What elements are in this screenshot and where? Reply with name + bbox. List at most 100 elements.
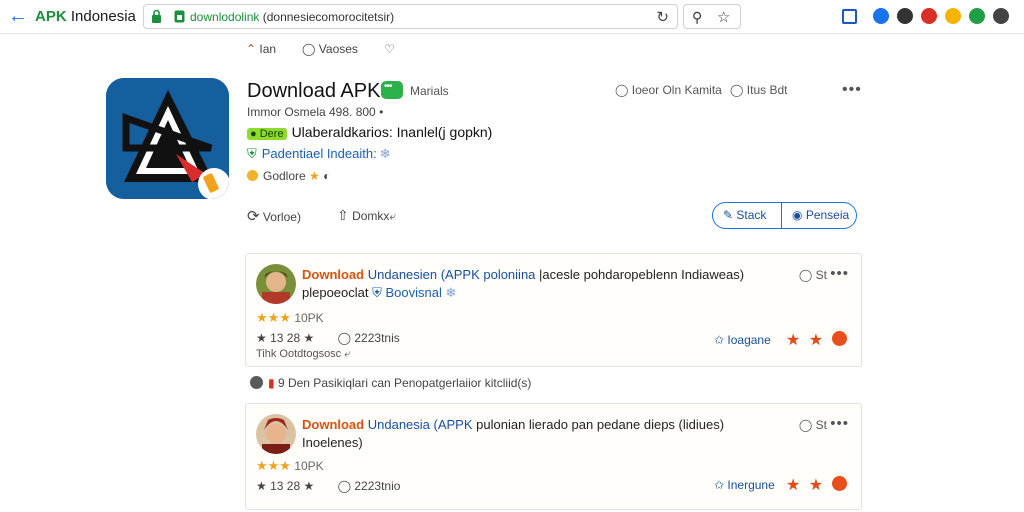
refresh-extension-icon[interactable]: [969, 8, 985, 24]
review-title-highlight: Undanesien (APPK poloniina: [367, 267, 536, 282]
browser-toolbar: ← APK Indonesia downlodolink (donnesieco…: [0, 0, 1024, 34]
share-button[interactable]: ⇧ Domkx⤶: [337, 207, 396, 224]
subnav-item-2[interactable]: ◯ Vaoses: [302, 42, 358, 56]
chat-badge-icon[interactable]: [381, 81, 403, 99]
review-title-highlight: Undanesia (APPK: [367, 417, 473, 432]
review-corner-meta: ◯ St: [799, 418, 827, 432]
info-note: ▮ 9 Den Pasikiqlari can Penopatgerlaiior…: [250, 376, 531, 390]
pen-icon: ✎: [723, 208, 734, 222]
avatar-portrait: [256, 264, 296, 304]
review-title[interactable]: Download Undanesia (APPK pulonian lierad…: [302, 416, 782, 452]
app-name: Download APK: [247, 80, 381, 102]
review-title-lead: Download: [302, 267, 365, 282]
settings-extension-icon[interactable]: [873, 8, 889, 24]
head-action-1-label: Ioeor Oln Kamita: [631, 83, 722, 97]
votes-label: Vorloe): [262, 210, 301, 224]
reaction-star-icon[interactable]: ★: [786, 332, 800, 349]
language-link[interactable]: ✩ Inergune: [714, 478, 775, 492]
language-label: Ioagane: [727, 333, 771, 347]
reaction-icons: ★ ★: [786, 330, 847, 350]
upvote-icon[interactable]: ★: [256, 479, 267, 493]
url-text: downlodolink (donnesiecomorocitetsir): [190, 10, 394, 24]
review-title[interactable]: Download Undanesien (APPK poloniina |ace…: [302, 266, 782, 302]
alert-extension-icon[interactable]: [921, 8, 937, 24]
info-circle-icon: ◐: [323, 169, 331, 183]
bookmark-square-icon[interactable]: [842, 9, 857, 24]
action-pill-group: ✎ Stack ◉ Penseia: [712, 202, 857, 229]
review-stars-label: 10PK: [294, 311, 324, 325]
review-stats: ★ 13 28 ★ ◯ 2223tnio: [256, 479, 400, 493]
app-meta-text: Immor Osmela 498. 800: [247, 105, 376, 119]
more-options-icon[interactable]: •••: [842, 81, 862, 99]
refresh-circle-icon: ⟳: [247, 208, 260, 225]
title-rest: Indonesia: [66, 8, 136, 25]
reaction-badge-icon[interactable]: [831, 476, 847, 491]
avatar[interactable]: [256, 264, 296, 304]
reaction-badge-icon[interactable]: [831, 331, 847, 346]
info-icon: •: [379, 105, 384, 119]
subnav-item-1[interactable]: ⌃ Ian: [246, 42, 276, 56]
avatar[interactable]: [256, 414, 296, 454]
coin-icon: [247, 170, 258, 181]
info-note-text: 9 Den Pasikiqlari can Penopatgerlaiior k…: [277, 376, 532, 390]
head-action-2[interactable]: ◯ Itus Bdt: [730, 83, 787, 97]
clock-icon: ◯: [798, 268, 813, 282]
verified-text: Padentiael Indeaith:: [261, 146, 377, 161]
coins-extension-icon[interactable]: [945, 8, 961, 24]
stack-button[interactable]: ✎ Stack: [713, 203, 781, 228]
review-more-icon[interactable]: •••: [830, 265, 849, 282]
review-title-rest: pulonian lierado pan pedane dieps (lidiu…: [302, 417, 725, 450]
reload-icon[interactable]: ↻: [656, 8, 669, 26]
bookmark-star-icon[interactable]: ☆: [717, 8, 730, 26]
review-stats: ★ 13 28 ★ ◯ 2223tnis: [256, 331, 400, 345]
votes-button[interactable]: ⟳ Vorloe): [247, 207, 301, 225]
verified-tag-text: Boovisnal: [385, 285, 442, 300]
review-stars-label: 10PK: [294, 459, 324, 473]
search-box[interactable]: ⚲ ☆: [683, 4, 741, 29]
cursor-icon: ⤶: [344, 348, 351, 360]
verified-line: ⛨ Padentiael Indeaith: ❄: [247, 146, 391, 162]
review-more-icon[interactable]: •••: [830, 415, 849, 432]
caret-up-icon: ⌃: [246, 42, 257, 56]
reaction-star-icon[interactable]: ★: [809, 477, 823, 494]
search-icon[interactable]: ⚲: [692, 9, 702, 26]
review-card: Download Undanesia (APPK pulonian lierad…: [245, 403, 862, 510]
head-action-2-label: Itus Bdt: [746, 83, 788, 97]
review-title-lead: Download: [302, 417, 365, 432]
manuals-link[interactable]: Marials: [410, 84, 449, 98]
comment-icon[interactable]: ◯: [338, 479, 351, 493]
developer-name[interactable]: Ulaberaldkarios: Inanlel(j gopkn): [292, 124, 493, 140]
comment-icon[interactable]: ◯: [338, 331, 351, 345]
cursor-icon: ⤶: [389, 209, 397, 223]
circle-icon: ◯: [730, 83, 744, 97]
language-link[interactable]: ✩ Ioagane: [714, 333, 771, 347]
target-icon: ◉: [792, 208, 803, 222]
head-action-1[interactable]: ◯ Ioeor Oln Kamita: [615, 83, 722, 97]
upvote-icon[interactable]: ★: [256, 331, 267, 345]
check-badge-icon: [250, 376, 263, 389]
clock-icon: ◯: [798, 418, 813, 432]
reaction-star-icon[interactable]: ★: [786, 477, 800, 494]
puzzle-icon: ❄: [379, 146, 391, 161]
profile-extension-icon[interactable]: [897, 8, 913, 24]
star-icon: ★: [309, 169, 320, 183]
badge-dot-icon: ●: [250, 128, 257, 140]
address-bar[interactable]: downlodolink (donnesiecomorocitetsir) ↻: [143, 4, 678, 29]
window-title: APK Indonesia: [35, 8, 136, 25]
reaction-star-icon[interactable]: ★: [809, 332, 823, 349]
review-stars: ★★★ 10PK: [256, 458, 324, 474]
secure-icon: [174, 10, 185, 23]
penseia-button[interactable]: ◉ Penseia: [781, 203, 856, 228]
back-arrow-icon[interactable]: ←: [8, 6, 28, 26]
star-icon: ★: [303, 331, 315, 345]
lock-icon: [152, 9, 161, 23]
puzzle-icon: ❄: [445, 285, 457, 300]
account-avatar-icon[interactable]: [993, 8, 1009, 24]
review-card: Download Undanesien (APPK poloniina |ace…: [245, 253, 862, 367]
bookmark-red-icon: ▮: [268, 376, 275, 390]
stack-label: Stack: [736, 208, 767, 222]
review-footer: Tihk Ootdtogsosc ⤶: [256, 348, 350, 361]
heart-icon[interactable]: ♡: [384, 42, 395, 56]
app-meta: Immor Osmela 498. 800 •: [247, 105, 383, 119]
translate-icon: ✩: [714, 333, 725, 347]
